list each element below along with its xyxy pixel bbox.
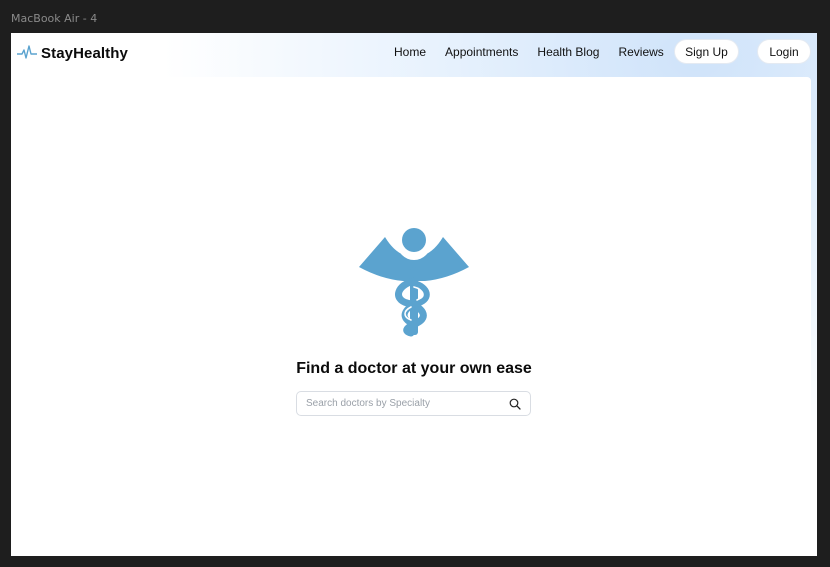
frame-label: MacBook Air - 4 <box>11 12 98 25</box>
sign-up-button[interactable]: Sign Up <box>674 39 739 64</box>
brand-logo[interactable]: StayHealthy <box>17 43 128 63</box>
search-box <box>296 391 531 416</box>
search-input[interactable] <box>306 392 501 415</box>
nav-links: Home Appointments Health Blog Reviews <box>394 45 683 59</box>
nav-link-home[interactable]: Home <box>394 45 426 59</box>
login-button[interactable]: Login <box>757 39 811 64</box>
artboard: StayHealthy Home Appointments Health Blo… <box>11 33 817 556</box>
search-icon[interactable] <box>509 398 521 410</box>
brand-name: StayHealthy <box>41 44 128 62</box>
nav-link-reviews[interactable]: Reviews <box>618 45 663 59</box>
navbar: StayHealthy Home Appointments Health Blo… <box>11 33 817 73</box>
hero-title: Find a doctor at your own ease <box>296 360 532 377</box>
caduceus-icon <box>359 227 469 337</box>
heartbeat-icon <box>17 45 37 59</box>
hero-card: Find a doctor at your own ease <box>17 77 811 550</box>
nav-link-health-blog[interactable]: Health Blog <box>537 45 599 59</box>
nav-link-appointments[interactable]: Appointments <box>445 45 518 59</box>
